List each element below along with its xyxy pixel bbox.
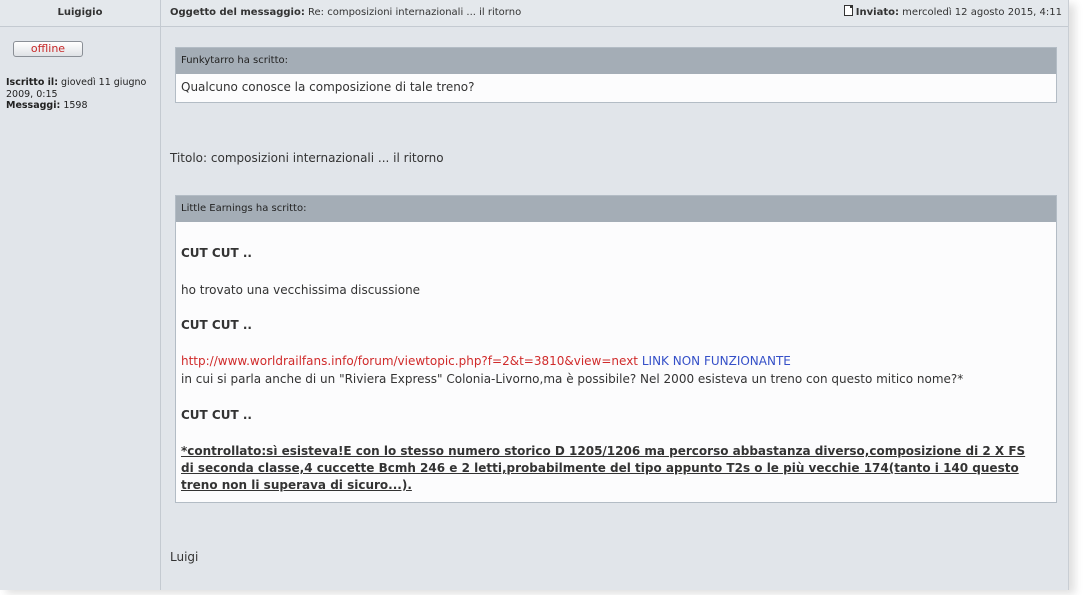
posts-label: Messaggi: — [6, 100, 61, 111]
cut-marker-3: CUT CUT .. — [181, 408, 252, 422]
link-note: LINK NON FUNZIONANTE — [641, 354, 791, 368]
quote-header: Funkytarro ha scritto: — [176, 48, 1056, 74]
posted-value: mercoledì 12 agosto 2015, 4:11 — [902, 7, 1062, 18]
cut-marker-2: CUT CUT .. — [181, 318, 252, 332]
post-date: Inviato: mercoledì 12 agosto 2015, 4:11 — [843, 0, 1062, 26]
found-text: ho trovato una vecchissima discussione — [181, 283, 421, 297]
post-frame: Luigigio Oggetto del messaggio: Re: comp… — [0, 0, 1069, 590]
quote-box-1: Funkytarro ha scritto: Qualcuno conosce … — [175, 47, 1057, 103]
forum-link[interactable]: http://www.worldrailfans.info/forum/view… — [181, 354, 638, 368]
document-icon[interactable] — [843, 5, 853, 16]
subject-label: Oggetto del messaggio: — [170, 7, 305, 18]
title-line: Titolo: composizioni internazionali ... … — [170, 151, 444, 165]
user-info: Iscritto il: giovedì 11 giugno 2009, 0:1… — [6, 77, 156, 112]
subject-value: Re: composizioni internazionali ... il r… — [308, 7, 522, 18]
joined-label: Iscritto il: — [6, 77, 58, 88]
user-profile-column: offline Iscritto il: giovedì 11 giugno 2… — [0, 27, 161, 590]
riviera-text: in cui si parla anche di un "Riviera Exp… — [181, 372, 964, 386]
post-author[interactable]: Luigigio — [0, 0, 161, 26]
checked-note: *controllato:sì esisteva!E con lo stesso… — [181, 444, 1026, 492]
quote-header: Little Earnings ha scritto: — [176, 196, 1056, 222]
post-subject: Oggetto del messaggio: Re: composizioni … — [170, 0, 521, 26]
offline-status-badge[interactable]: offline — [13, 41, 83, 57]
signature: Luigi — [170, 550, 199, 564]
cut-marker-1: CUT CUT .. — [181, 246, 252, 260]
link-line: http://www.worldrailfans.info/forum/view… — [181, 354, 791, 368]
post-body: Funkytarro ha scritto: Qualcuno conosce … — [161, 27, 1068, 590]
posted-label: Inviato: — [855, 7, 899, 18]
post-header: Luigigio Oggetto del messaggio: Re: comp… — [0, 0, 1068, 27]
quote-text: Qualcuno conosce la composizione di tale… — [181, 80, 475, 94]
quote-box-2: Little Earnings ha scritto: CUT CUT .. h… — [175, 195, 1057, 503]
posts-value: 1598 — [63, 100, 88, 111]
